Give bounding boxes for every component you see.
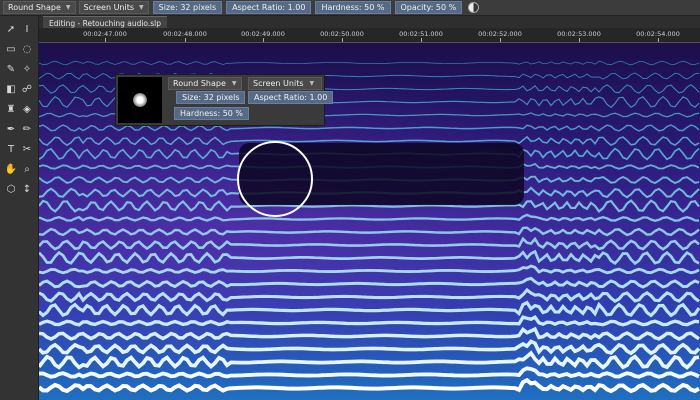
brush-shape-select[interactable]: Round Shape ▼ (3, 1, 76, 14)
hardness-field[interactable]: Hardness: 50 % (315, 1, 391, 14)
units-select[interactable]: Screen Units ▼ (78, 1, 149, 14)
ruler-tick-label: 00:02:51.000 (399, 30, 443, 38)
harmonic-line (39, 249, 700, 266)
ruler-tick-label: 00:02:52.000 (478, 30, 522, 38)
time-ruler[interactable]: 00:02:47.000 00:02:48.000 00:02:49.000 0… (39, 28, 700, 43)
harmonic-line (39, 366, 700, 379)
wand-icon[interactable]: ✧ (20, 62, 34, 76)
brush-tip-icon (133, 93, 147, 107)
brush-icon[interactable]: ✎ (4, 62, 18, 76)
ruler-tick-mark (263, 38, 264, 42)
harmonic-line (39, 264, 700, 275)
lasso-icon[interactable]: ◌ (20, 42, 34, 56)
cube-icon[interactable]: ⬡ (4, 182, 18, 196)
smudge-icon[interactable]: ☍ (20, 82, 34, 96)
chevron-down-icon: ▼ (309, 80, 315, 87)
harmonic-line (39, 326, 700, 341)
ruler-tick-label: 00:02:50.000 (320, 30, 364, 38)
ruler-tick-mark (342, 38, 343, 42)
text-cursor-icon[interactable]: I (20, 22, 34, 36)
ruler-tick-mark (500, 38, 501, 42)
panel-units-value: Screen Units (253, 79, 304, 88)
harmonic-line (39, 315, 700, 327)
ruler-tick-mark (421, 38, 422, 42)
harmonic-line (39, 377, 700, 394)
brush-settings-panel: Round Shape ▼ Screen Units ▼ Size: 32 pixe… (115, 74, 334, 126)
harmonic-line (39, 60, 700, 66)
hand-icon[interactable]: ✋ (4, 162, 18, 176)
harmonic-line (39, 300, 700, 318)
ruler-tick-label: 00:02:54.000 (636, 30, 680, 38)
pen-icon[interactable]: ✒ (4, 122, 18, 136)
units-value: Screen Units (83, 3, 135, 12)
harmonic-line (39, 339, 700, 356)
time-select-icon[interactable]: ↕ (20, 182, 34, 196)
chevron-down-icon: ▼ (231, 80, 237, 87)
ruler-tick-label: 00:02:48.000 (163, 30, 207, 38)
ruler-tick-mark (579, 38, 580, 42)
ruler-tick-label: 00:02:53.000 (557, 30, 601, 38)
select-arrow-icon[interactable]: ➚ (4, 22, 18, 36)
contrast-icon[interactable] (468, 2, 480, 13)
zoom-icon[interactable]: ⌕ (20, 162, 34, 176)
chevron-down-icon: ▼ (139, 4, 144, 11)
chevron-down-icon: ▼ (65, 4, 71, 11)
harmonic-line (39, 226, 700, 237)
harmonic-line (39, 213, 700, 223)
ruler-tick-mark (105, 38, 106, 42)
pencil-icon[interactable]: ✏ (20, 122, 34, 136)
panel-units-select[interactable]: Screen Units ▼ (248, 77, 322, 90)
ruler-tick-mark (185, 38, 186, 42)
brush-cursor (237, 141, 313, 217)
type-tool-icon[interactable]: T (4, 142, 18, 156)
panel-size-field[interactable]: Size: 32 pixels (176, 91, 246, 104)
tools-panel: ➚ I ▭ ◌ ✎ ✧ ◧ ☍ ♜ ◈ ✒ ✏ T ✂ ✋ ⌕ ⬡ ↕ (0, 16, 39, 400)
brush-preview (118, 77, 162, 123)
panel-aspect-ratio-field[interactable]: Aspect Ratio: 1.00 (248, 91, 334, 104)
scissors-icon[interactable]: ✂ (20, 142, 34, 156)
harmonic-line (39, 350, 700, 370)
document-tabs: Editing - Retouching audio.slp (39, 16, 700, 29)
fill-icon[interactable]: ◈ (20, 102, 34, 116)
clone-stamp-icon[interactable]: ♜ (4, 102, 18, 116)
harmonic-line (39, 236, 700, 251)
brush-shape-value: Round Shape (8, 3, 61, 12)
panel-shape-value: Round Shape (173, 79, 226, 88)
ruler-tick-mark (658, 38, 659, 42)
harmonic-line (39, 287, 700, 304)
size-field[interactable]: Size: 32 pixels (152, 1, 223, 14)
ruler-tick-label: 00:02:47.000 (83, 30, 127, 38)
rect-select-icon[interactable]: ▭ (4, 42, 18, 56)
panel-hardness-field[interactable]: Hardness: 50 % (174, 107, 250, 120)
opacity-field[interactable]: Opacity: 50 % (394, 1, 463, 14)
eraser-icon[interactable]: ◧ (4, 82, 18, 96)
panel-shape-select[interactable]: Round Shape ▼ (168, 77, 242, 90)
options-toolbar: Round Shape ▼ Screen Units ▼ Size: 32 pixe… (0, 0, 700, 16)
aspect-ratio-field[interactable]: Aspect Ratio: 1.00 (226, 1, 312, 14)
ruler-tick-label: 00:02:49.000 (241, 30, 285, 38)
harmonic-line (39, 276, 700, 289)
